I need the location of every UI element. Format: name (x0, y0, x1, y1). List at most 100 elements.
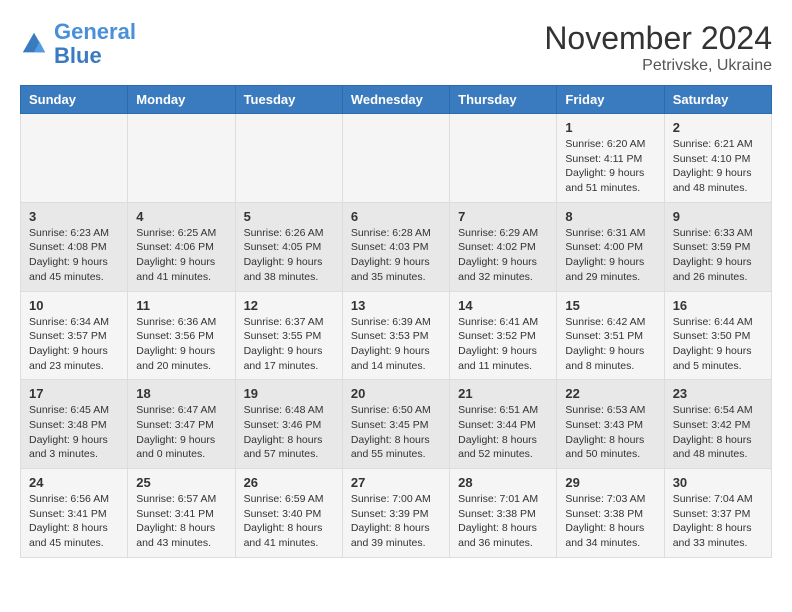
calendar-cell: 24Sunrise: 6:56 AM Sunset: 3:41 PM Dayli… (21, 469, 128, 558)
day-number: 26 (244, 475, 334, 490)
calendar-cell: 30 Sunrise: 7:04 AM Sunset: 3:37 PM Dayli… (664, 469, 771, 558)
day-info: Sunrise: 6:53 AM Sunset: 3:43 PM Dayligh… (565, 403, 655, 462)
day-info: Sunrise: 6:21 AM Sunset: 4:10 PM Dayligh… (673, 137, 763, 196)
day-number: 5 (244, 209, 334, 224)
calendar-cell: 26 Sunrise: 6:59 AM Sunset: 3:40 PM Dayli… (235, 469, 342, 558)
day-info: Sunrise: 6:34 AM Sunset: 3:57 PM Dayligh… (29, 315, 119, 374)
day-number: 27 (351, 475, 441, 490)
calendar-cell: 25 Sunrise: 6:57 AM Sunset: 3:41 PM Dayli… (128, 469, 235, 558)
day-info: Sunrise: 6:44 AM Sunset: 3:50 PM Dayligh… (673, 315, 763, 374)
day-number: 11 (136, 298, 226, 313)
day-number: 18 (136, 386, 226, 401)
day-info: Sunrise: 6:25 AM Sunset: 4:06 PM Dayligh… (136, 226, 226, 285)
day-info: Sunrise: 7:01 AM Sunset: 3:38 PM Dayligh… (458, 492, 548, 551)
day-info: Sunrise: 6:50 AM Sunset: 3:45 PM Dayligh… (351, 403, 441, 462)
day-number: 10 (29, 298, 119, 313)
calendar-cell: 22 Sunrise: 6:53 AM Sunset: 3:43 PM Dayli… (557, 380, 664, 469)
day-info: Sunrise: 6:51 AM Sunset: 3:44 PM Dayligh… (458, 403, 548, 462)
day-number: 21 (458, 386, 548, 401)
calendar-cell: 4 Sunrise: 6:25 AM Sunset: 4:06 PM Daylig… (128, 202, 235, 291)
day-number: 6 (351, 209, 441, 224)
col-header-monday: Monday (128, 86, 235, 114)
calendar-cell: 15Sunrise: 6:42 AM Sunset: 3:51 PM Dayli… (557, 291, 664, 380)
calendar-table: SundayMondayTuesdayWednesdayThursdayFrid… (20, 85, 772, 558)
calendar-cell: 17 Sunrise: 6:45 AM Sunset: 3:48 PM Dayli… (21, 380, 128, 469)
day-info: Sunrise: 6:29 AM Sunset: 4:02 PM Dayligh… (458, 226, 548, 285)
col-header-wednesday: Wednesday (342, 86, 449, 114)
calendar-cell (128, 114, 235, 203)
day-info: Sunrise: 6:47 AM Sunset: 3:47 PM Dayligh… (136, 403, 226, 462)
day-number: 30 (673, 475, 763, 490)
day-number: 12 (244, 298, 334, 313)
calendar-cell (21, 114, 128, 203)
logo-icon (20, 30, 48, 58)
month-title: November 2024 (544, 20, 772, 57)
calendar-cell: 6 Sunrise: 6:28 AM Sunset: 4:03 PM Daylig… (342, 202, 449, 291)
calendar-cell: 8Sunrise: 6:31 AM Sunset: 4:00 PM Daylig… (557, 202, 664, 291)
calendar-cell (450, 114, 557, 203)
calendar-cell (342, 114, 449, 203)
calendar-cell: 7 Sunrise: 6:29 AM Sunset: 4:02 PM Daylig… (450, 202, 557, 291)
calendar-cell: 28 Sunrise: 7:01 AM Sunset: 3:38 PM Dayli… (450, 469, 557, 558)
day-info: Sunrise: 7:04 AM Sunset: 3:37 PM Dayligh… (673, 492, 763, 551)
calendar-week-row: 3 Sunrise: 6:23 AM Sunset: 4:08 PM Daylig… (21, 202, 772, 291)
day-number: 13 (351, 298, 441, 313)
day-number: 22 (565, 386, 655, 401)
calendar-cell: 10 Sunrise: 6:34 AM Sunset: 3:57 PM Dayli… (21, 291, 128, 380)
day-number: 23 (673, 386, 763, 401)
day-number: 29 (565, 475, 655, 490)
calendar-cell: 16 Sunrise: 6:44 AM Sunset: 3:50 PM Dayli… (664, 291, 771, 380)
day-info: Sunrise: 6:33 AM Sunset: 3:59 PM Dayligh… (673, 226, 763, 285)
calendar-cell: 1 Sunrise: 6:20 AM Sunset: 4:11 PM Daylig… (557, 114, 664, 203)
calendar-cell: 9 Sunrise: 6:33 AM Sunset: 3:59 PM Daylig… (664, 202, 771, 291)
calendar-cell: 23 Sunrise: 6:54 AM Sunset: 3:42 PM Dayli… (664, 380, 771, 469)
title-block: November 2024 Petrivske, Ukraine (544, 20, 772, 75)
day-info: Sunrise: 7:00 AM Sunset: 3:39 PM Dayligh… (351, 492, 441, 551)
day-number: 4 (136, 209, 226, 224)
day-number: 15 (565, 298, 655, 313)
day-number: 20 (351, 386, 441, 401)
day-number: 14 (458, 298, 548, 313)
col-header-thursday: Thursday (450, 86, 557, 114)
day-info: Sunrise: 6:57 AM Sunset: 3:41 PM Dayligh… (136, 492, 226, 551)
location-subtitle: Petrivske, Ukraine (544, 57, 772, 75)
day-number: 7 (458, 209, 548, 224)
calendar-week-row: 10 Sunrise: 6:34 AM Sunset: 3:57 PM Dayli… (21, 291, 772, 380)
calendar-cell: 19 Sunrise: 6:48 AM Sunset: 3:46 PM Dayli… (235, 380, 342, 469)
day-info: Sunrise: 7:03 AM Sunset: 3:38 PM Dayligh… (565, 492, 655, 551)
col-header-tuesday: Tuesday (235, 86, 342, 114)
day-info: Sunrise: 6:48 AM Sunset: 3:46 PM Dayligh… (244, 403, 334, 462)
day-info: Sunrise: 6:20 AM Sunset: 4:11 PM Dayligh… (565, 137, 655, 196)
day-number: 17 (29, 386, 119, 401)
day-number: 2 (673, 120, 763, 135)
col-header-saturday: Saturday (664, 86, 771, 114)
calendar-cell: 14 Sunrise: 6:41 AM Sunset: 3:52 PM Dayli… (450, 291, 557, 380)
calendar-week-row: 1 Sunrise: 6:20 AM Sunset: 4:11 PM Daylig… (21, 114, 772, 203)
logo: General Blue (20, 20, 136, 68)
calendar-cell: 27 Sunrise: 7:00 AM Sunset: 3:39 PM Dayli… (342, 469, 449, 558)
calendar-header-row: SundayMondayTuesdayWednesdayThursdayFrid… (21, 86, 772, 114)
logo-text: General Blue (54, 20, 136, 68)
day-number: 24 (29, 475, 119, 490)
day-info: Sunrise: 6:28 AM Sunset: 4:03 PM Dayligh… (351, 226, 441, 285)
day-info: Sunrise: 6:23 AM Sunset: 4:08 PM Dayligh… (29, 226, 119, 285)
calendar-cell: 20 Sunrise: 6:50 AM Sunset: 3:45 PM Dayli… (342, 380, 449, 469)
day-number: 19 (244, 386, 334, 401)
calendar-cell (235, 114, 342, 203)
day-number: 1 (565, 120, 655, 135)
day-info: Sunrise: 6:54 AM Sunset: 3:42 PM Dayligh… (673, 403, 763, 462)
day-number: 9 (673, 209, 763, 224)
day-info: Sunrise: 6:45 AM Sunset: 3:48 PM Dayligh… (29, 403, 119, 462)
calendar-cell: 11Sunrise: 6:36 AM Sunset: 3:56 PM Dayli… (128, 291, 235, 380)
day-number: 16 (673, 298, 763, 313)
day-info: Sunrise: 6:41 AM Sunset: 3:52 PM Dayligh… (458, 315, 548, 374)
day-info: Sunrise: 6:59 AM Sunset: 3:40 PM Dayligh… (244, 492, 334, 551)
day-info: Sunrise: 6:37 AM Sunset: 3:55 PM Dayligh… (244, 315, 334, 374)
day-number: 3 (29, 209, 119, 224)
day-number: 28 (458, 475, 548, 490)
page-header: General Blue November 2024 Petrivske, Uk… (20, 20, 772, 75)
day-number: 25 (136, 475, 226, 490)
col-header-friday: Friday (557, 86, 664, 114)
calendar-cell: 21 Sunrise: 6:51 AM Sunset: 3:44 PM Dayli… (450, 380, 557, 469)
day-number: 8 (565, 209, 655, 224)
